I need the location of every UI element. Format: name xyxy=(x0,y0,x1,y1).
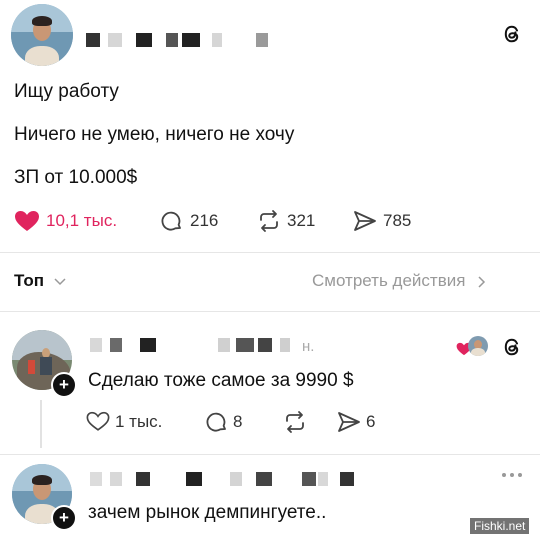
comment-button[interactable]: 216 xyxy=(160,208,230,234)
threads-icon[interactable] xyxy=(500,22,524,46)
repost-count: 321 xyxy=(287,211,316,230)
post-line-2: Ничего не умею, ничего не хочу xyxy=(14,124,295,145)
sort-label: Топ xyxy=(14,271,44,290)
view-activity-link[interactable]: Смотреть действия xyxy=(312,271,486,295)
comment-icon xyxy=(160,209,184,233)
share-icon xyxy=(352,209,378,233)
follow-plus-icon[interactable]: + xyxy=(51,372,77,398)
divider xyxy=(0,311,540,312)
post-line-3: ЗП от 10.000$ xyxy=(14,167,138,188)
sort-dropdown[interactable]: Топ xyxy=(14,271,66,295)
repost-icon xyxy=(256,209,282,233)
view-activity-label: Смотреть действия xyxy=(312,271,466,290)
comment-icon xyxy=(205,410,229,434)
reply-repost-button[interactable] xyxy=(282,410,312,434)
author-avatar[interactable] xyxy=(11,4,73,66)
watermark: Fishki.net xyxy=(470,518,530,534)
follow-plus-icon[interactable]: + xyxy=(51,505,77,531)
divider xyxy=(0,454,540,455)
repost-icon xyxy=(282,410,308,434)
comment-count: 216 xyxy=(190,211,219,230)
liked-by-author-badge xyxy=(456,336,490,358)
reply-like-button[interactable]: 1 тыс. xyxy=(86,410,186,434)
reply-like-count: 1 тыс. xyxy=(115,412,163,431)
divider xyxy=(0,252,540,253)
chevron-right-icon xyxy=(478,276,486,288)
more-icon[interactable] xyxy=(500,470,524,480)
like-count: 10,1 тыс. xyxy=(46,211,118,230)
like-button[interactable]: 10,1 тыс. xyxy=(14,208,144,234)
reply-share-button[interactable]: 6 xyxy=(336,410,386,434)
chevron-down-icon xyxy=(54,278,66,286)
reply-share-count: 6 xyxy=(366,412,376,431)
reply-text: Сделаю тоже самое за 9990 $ xyxy=(88,370,354,391)
thread-line xyxy=(40,400,42,448)
post-line-1: Ищу работу xyxy=(14,81,119,102)
reply-time: н. xyxy=(302,338,315,355)
share-count: 785 xyxy=(383,211,412,230)
heart-outline-icon xyxy=(86,411,110,432)
reply-comment-count: 8 xyxy=(233,412,243,431)
share-icon xyxy=(336,410,362,434)
reply-text: зачем рынок демпингуете.. xyxy=(88,502,327,523)
reply-comment-button[interactable]: 8 xyxy=(205,410,255,434)
heart-icon xyxy=(14,210,40,232)
repost-button[interactable]: 321 xyxy=(256,208,326,234)
threads-icon[interactable] xyxy=(500,335,524,359)
share-button[interactable]: 785 xyxy=(352,208,432,234)
